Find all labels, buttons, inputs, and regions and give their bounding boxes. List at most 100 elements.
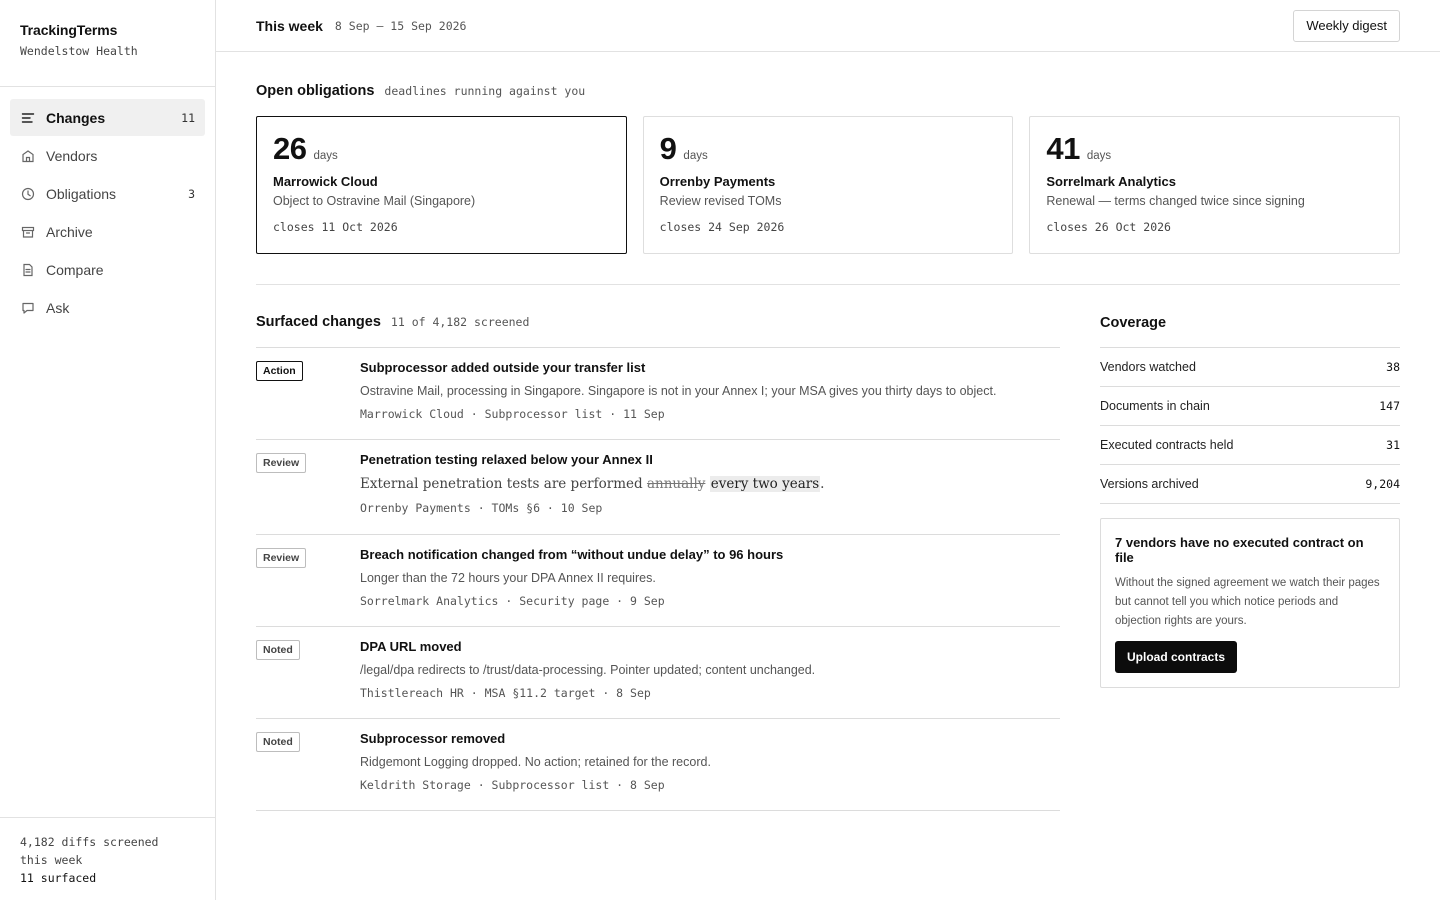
changes-subtitle: 11 of 4,182 screened <box>390 315 530 329</box>
change-meta: Orrenby Payments · TOMs §6 · 10 Sep <box>360 501 603 515</box>
archive-box-icon <box>20 224 36 240</box>
coverage-label: Executed contracts held <box>1100 438 1234 452</box>
weekly-digest-button[interactable]: Weekly digest <box>1293 9 1400 42</box>
obligations-title: Open obligations <box>256 83 375 99</box>
sidebar-item-label: Changes <box>46 109 106 126</box>
diffs-screened-text: 4,182 diffs screened <box>20 835 159 849</box>
obligation-card[interactable]: 9 days Orrenby Payments Review revised T… <box>642 116 1014 254</box>
card-vendor: Marrowick Cloud <box>273 174 378 189</box>
coverage-row: Documents in chain 147 <box>1100 387 1400 426</box>
coverage-title: Coverage <box>1100 315 1167 331</box>
status-badge: Action <box>256 361 303 381</box>
change-meta: Thistlereach HR · MSA §11.2 target · 8 S… <box>360 686 651 700</box>
diff-inserted-text: every two years <box>709 476 821 492</box>
change-meta: Keldrith Storage · Subprocessor list · 8… <box>360 778 665 792</box>
sidebar: TrackingTerms Wendelstow Health Changes … <box>0 0 216 900</box>
coverage-row: Executed contracts held 31 <box>1100 426 1400 465</box>
sidebar-item-ask[interactable]: Ask <box>10 289 205 326</box>
sidebar-item-count: 11 <box>181 110 195 125</box>
changes-title: Surfaced changes <box>256 314 381 330</box>
card-description: Review revised TOMs <box>659 194 782 208</box>
sidebar-item-label: Ask <box>46 299 70 316</box>
change-row[interactable]: Review Penetration testing relaxed below… <box>256 440 1060 535</box>
days-unit: days <box>1086 150 1112 162</box>
change-title: DPA URL moved <box>360 639 462 654</box>
change-description: Ostravine Mail, processing in Singapore.… <box>360 384 997 398</box>
brand: TrackingTerms Wendelstow Health <box>0 0 215 87</box>
coverage-value: 147 <box>1379 399 1400 413</box>
change-row[interactable]: Noted Subprocessor removed Ridgemont Log… <box>256 719 1060 811</box>
building-icon <box>20 148 36 164</box>
status-badge: Review <box>256 548 307 568</box>
status-badge: Noted <box>256 640 300 660</box>
sidebar-item-label: Obligations <box>46 185 117 202</box>
sidebar-item-changes[interactable]: Changes 11 <box>10 99 205 136</box>
sidebar-item-count: 3 <box>188 186 195 201</box>
sidebar-item-label: Compare <box>46 261 104 278</box>
obligation-cards: 26 days Marrowick Cloud Object to Ostrav… <box>256 116 1401 254</box>
brand-name[interactable]: TrackingTerms <box>20 22 215 38</box>
change-title: Breach notification changed from “withou… <box>360 547 784 562</box>
change-diff-text: External penetration tests are performed… <box>360 476 1060 492</box>
surfaced-changes: Surfaced changes 11 of 4,182 screened Ac… <box>256 314 1060 811</box>
sidebar-item-obligations[interactable]: Obligations 3 <box>10 175 205 212</box>
document-compare-icon <box>20 262 36 278</box>
obligations-subtitle: deadlines running against you <box>384 84 586 98</box>
coverage-label: Vendors watched <box>1100 360 1196 374</box>
change-row[interactable]: Review Breach notification changed from … <box>256 535 1060 627</box>
notice-title: 7 vendors have no executed contract on f… <box>1115 535 1364 565</box>
section-divider <box>256 284 1400 285</box>
days-number: 9 <box>659 131 677 166</box>
sidebar-footer-stats: 4,182 diffs screened this week 11 surfac… <box>0 817 215 900</box>
main-content: Open obligations deadlines running again… <box>256 52 1401 811</box>
lines-icon <box>20 110 36 126</box>
change-description: Longer than the 72 hours your DPA Annex … <box>360 571 656 585</box>
coverage-value: 9,204 <box>1365 477 1400 491</box>
sidebar-item-compare[interactable]: Compare <box>10 251 205 288</box>
card-close-date: closes 24 Sep 2026 <box>659 220 785 234</box>
obligation-card[interactable]: 41 days Sorrelmark Analytics Renewal — t… <box>1029 116 1401 254</box>
days-unit: days <box>683 150 708 162</box>
sidebar-item-label: Vendors <box>46 147 98 164</box>
page-title: This week <box>256 17 323 34</box>
change-meta: Marrowick Cloud · Subprocessor list · 11… <box>360 407 665 421</box>
days-number: 41 <box>1046 131 1080 166</box>
missing-contracts-notice: 7 vendors have no executed contract on f… <box>1100 518 1400 688</box>
days-remaining: 41 days <box>1046 131 1383 167</box>
sidebar-item-vendors[interactable]: Vendors <box>10 137 205 174</box>
card-close-date: closes 26 Oct 2026 <box>1046 220 1171 234</box>
days-number: 26 <box>273 131 307 166</box>
date-range: 8 Sep – 15 Sep 2026 <box>334 18 467 33</box>
changes-header: Surfaced changes 11 of 4,182 screened <box>256 314 1060 348</box>
coverage-value: 31 <box>1386 438 1400 452</box>
sidebar-nav: Changes 11 Vendors Obligations 3 Archive <box>0 87 215 326</box>
change-row[interactable]: Noted DPA URL moved /legal/dpa redirects… <box>256 627 1060 719</box>
coverage-label: Documents in chain <box>1100 399 1210 413</box>
change-title: Penetration testing relaxed below your A… <box>360 452 653 467</box>
upload-contracts-button[interactable]: Upload contracts <box>1115 641 1238 673</box>
coverage-value: 38 <box>1386 360 1400 374</box>
diff-suffix-text: . <box>820 476 825 492</box>
card-close-date: closes 11 Oct 2026 <box>273 220 398 234</box>
diff-unchanged-text: External penetration tests are performed <box>360 476 647 492</box>
status-badge: Review <box>256 453 307 473</box>
obligation-card[interactable]: 26 days Marrowick Cloud Object to Ostrav… <box>256 116 627 254</box>
top-header: This week 8 Sep – 15 Sep 2026 Weekly dig… <box>216 0 1440 52</box>
sidebar-item-archive[interactable]: Archive <box>10 213 205 250</box>
sidebar-item-label: Archive <box>46 223 93 240</box>
change-description: Ridgemont Logging dropped. No action; re… <box>360 755 711 769</box>
change-meta: Sorrelmark Analytics · Security page · 9… <box>360 594 665 608</box>
status-badge: Noted <box>256 732 300 752</box>
change-description: /legal/dpa redirects to /trust/data-proc… <box>360 663 816 677</box>
coverage-label: Versions archived <box>1100 477 1199 491</box>
surfaced-count-text: 11 surfaced <box>20 871 97 885</box>
period-text: this week <box>20 853 83 867</box>
card-description: Object to Ostravine Mail (Singapore) <box>273 194 476 208</box>
obligations-header: Open obligations deadlines running again… <box>256 83 1400 99</box>
card-vendor: Orrenby Payments <box>659 174 776 189</box>
coverage-row: Versions archived 9,204 <box>1100 465 1400 504</box>
card-vendor: Sorrelmark Analytics <box>1046 174 1176 189</box>
diff-deleted-text: annually <box>646 476 706 492</box>
change-row[interactable]: Action Subprocessor added outside your t… <box>256 348 1060 440</box>
change-title: Subprocessor removed <box>360 731 506 746</box>
